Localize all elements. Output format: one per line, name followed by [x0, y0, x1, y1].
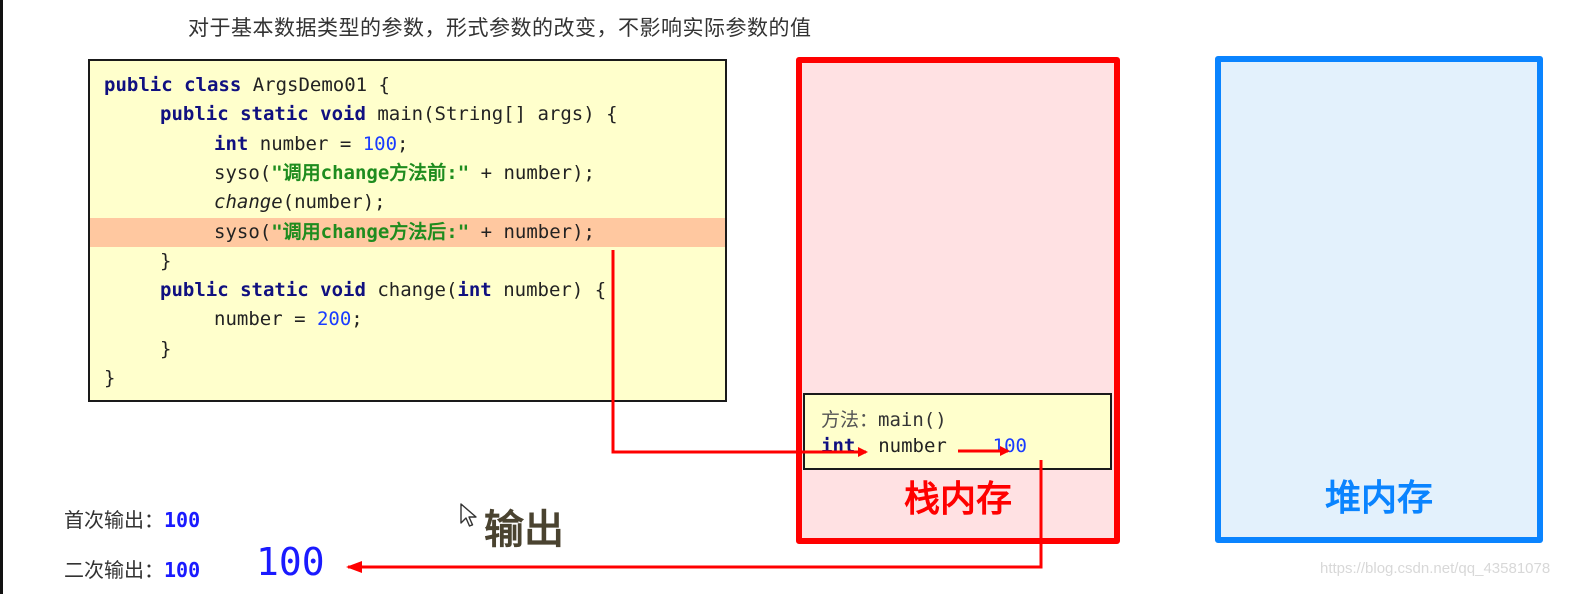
arrow-value-to-output [346, 460, 1043, 573]
watermark: https://blog.csdn.net/qq_43581078 [1320, 560, 1551, 577]
arrows-layer [346, 250, 1043, 573]
arrow-code-to-stack [611, 250, 868, 457]
